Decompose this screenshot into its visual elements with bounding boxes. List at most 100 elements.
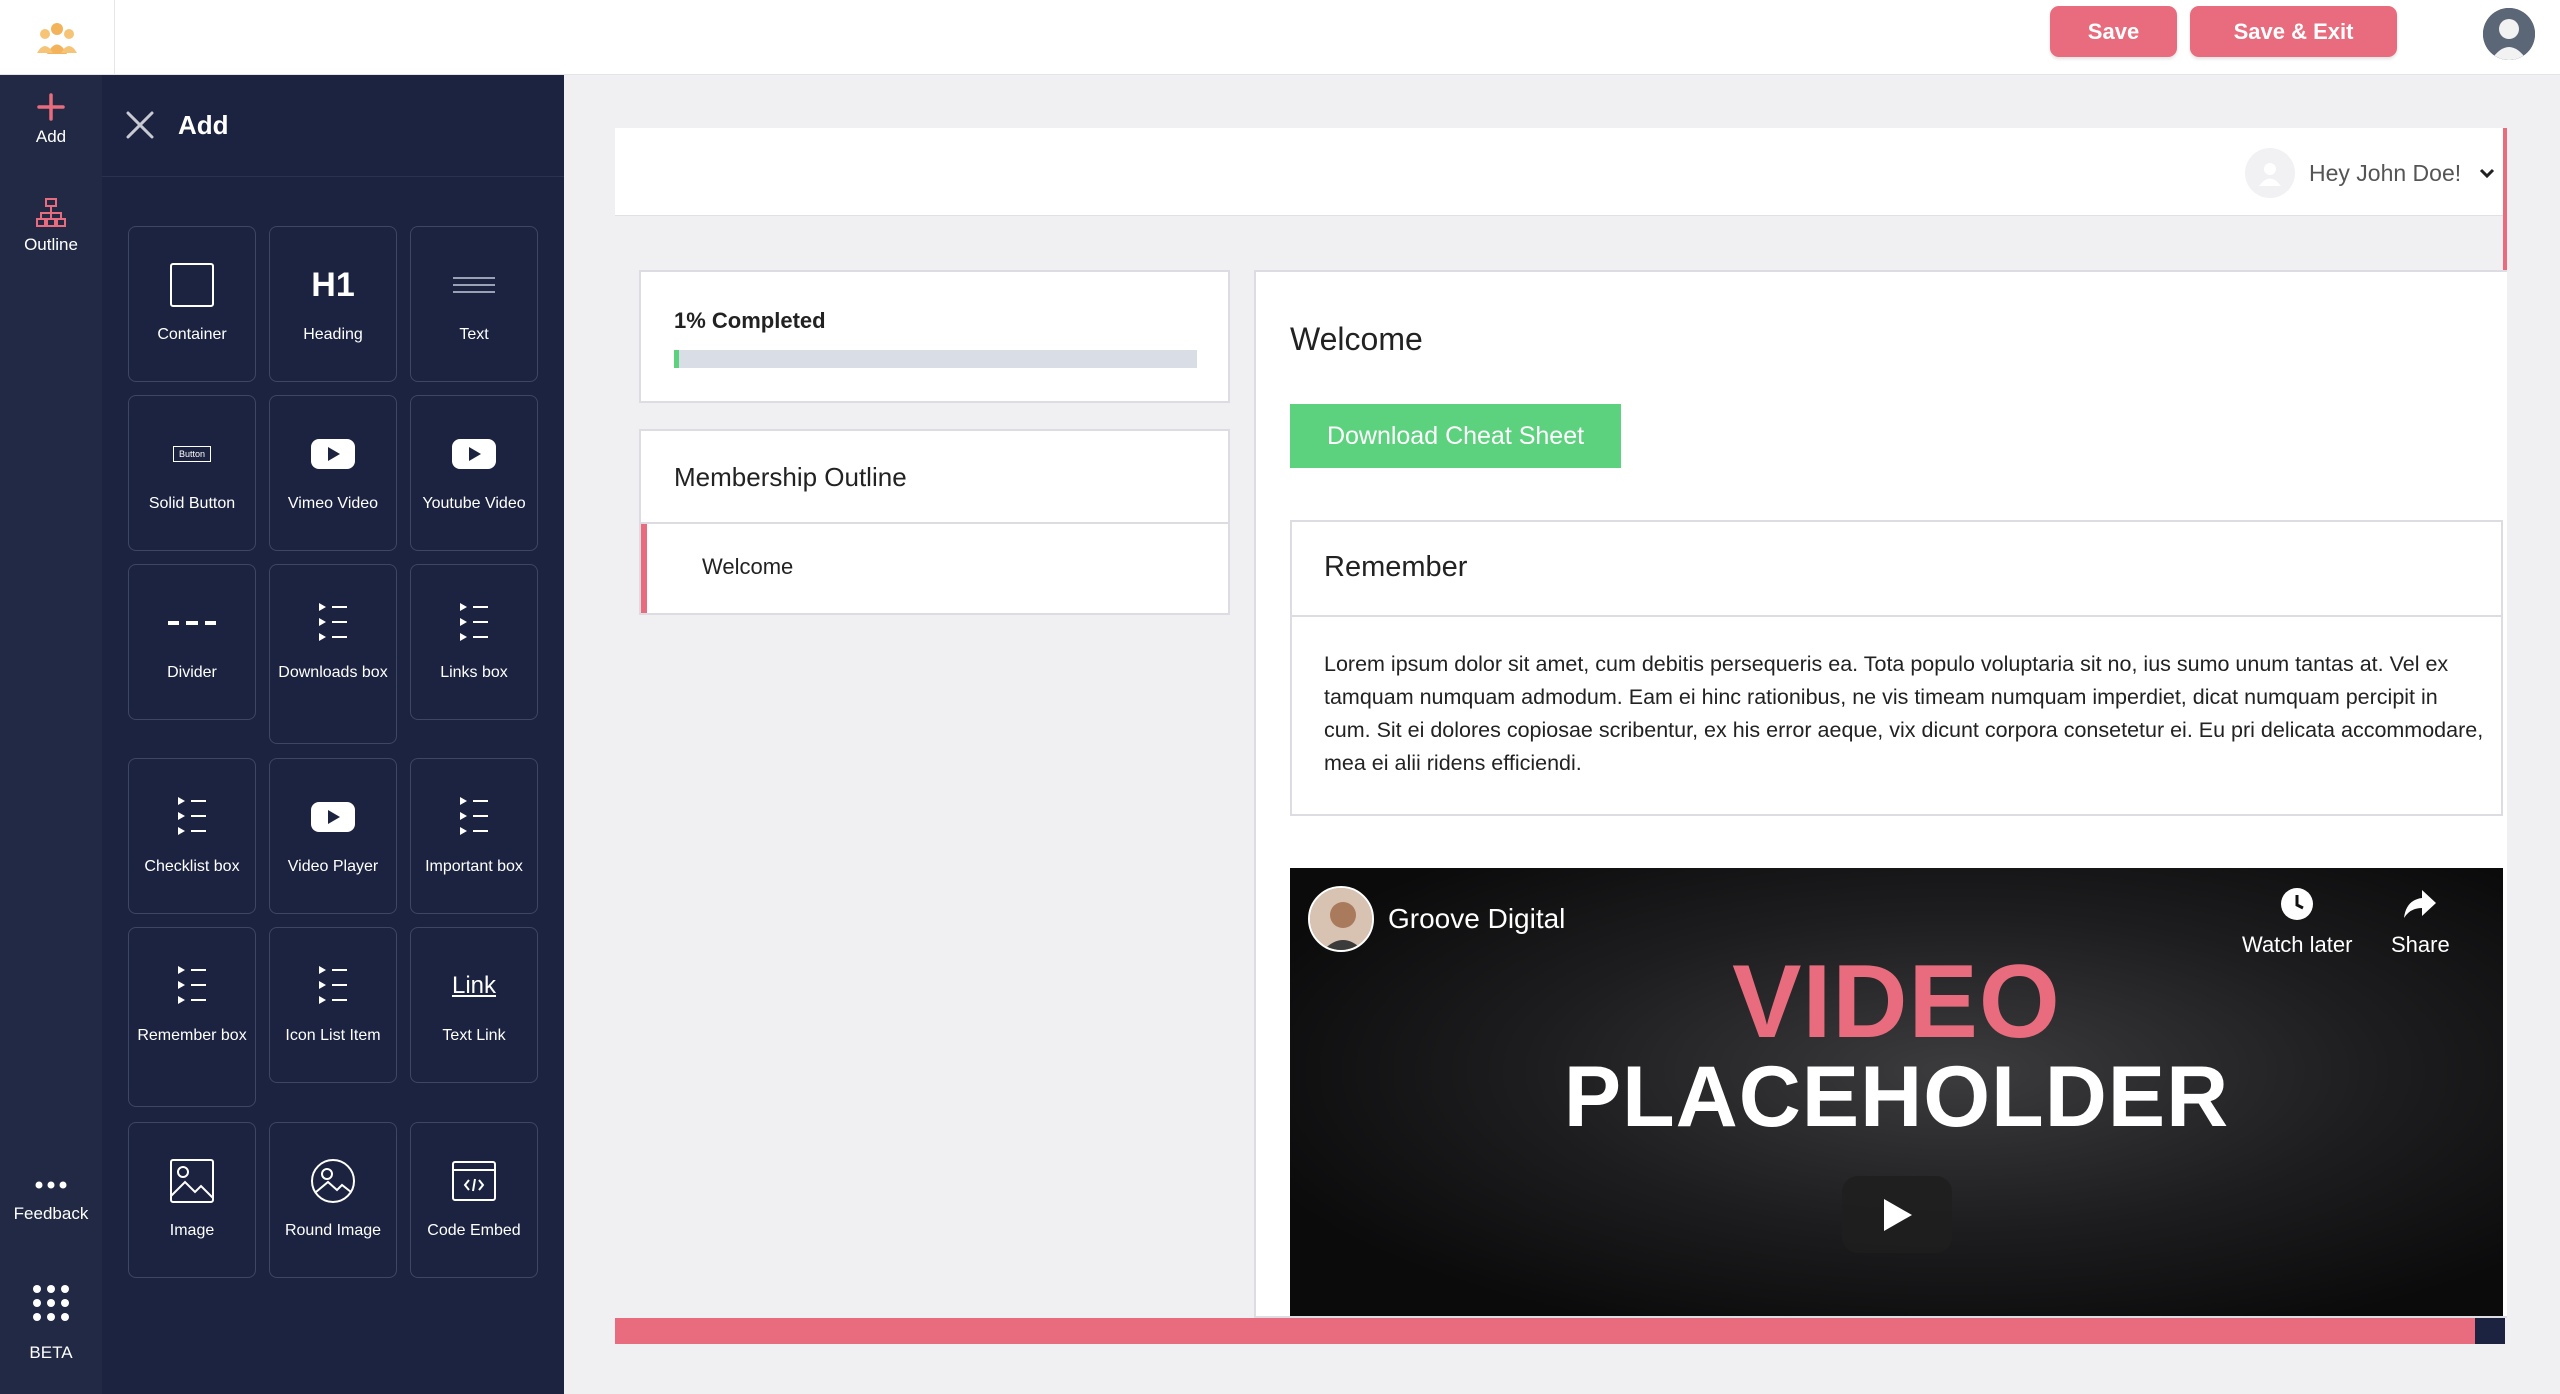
outline-item-label: Welcome [702, 554, 794, 579]
tile-label: Youtube Video [422, 495, 526, 512]
tile-icon-list-item[interactable]: Icon List Item [269, 927, 397, 1083]
rail-add-label: Add [35, 127, 67, 146]
tile-vimeo-video[interactable]: Vimeo Video [269, 395, 397, 551]
clock-icon [2281, 888, 2314, 920]
video-player[interactable]: Groove Digital Watch later Share VIDEO P… [1290, 868, 2503, 1316]
tile-downloads-box[interactable]: Downloads box [269, 564, 397, 744]
user-avatar-icon[interactable] [2483, 8, 2535, 60]
close-icon[interactable] [122, 107, 158, 143]
tile-label: Divider [167, 664, 217, 681]
rail-beta[interactable]: BETA [0, 1283, 102, 1363]
tile-label: Vimeo Video [287, 495, 379, 512]
list-icon [319, 966, 347, 1004]
list-icon [460, 797, 488, 835]
outline-title: Membership Outline [674, 462, 907, 492]
video-icon [311, 802, 355, 832]
lesson-content: Welcome Download Cheat Sheet Remember Lo… [1254, 270, 2507, 1318]
tile-round-image[interactable]: Round Image [269, 1122, 397, 1278]
button-icon: Button [172, 446, 212, 462]
rail-outline[interactable]: Outline [0, 197, 102, 255]
add-panel-title: Add [178, 110, 229, 140]
plus-icon [37, 93, 65, 121]
code-embed-icon [452, 1161, 496, 1201]
channel-name[interactable]: Groove Digital [1388, 903, 1565, 935]
list-icon [460, 603, 488, 641]
sitemap-icon [36, 198, 66, 227]
tile-code-embed[interactable]: Code Embed [410, 1122, 538, 1278]
share-icon [2404, 890, 2437, 918]
tile-label: Video Player [287, 858, 379, 875]
tile-important-box[interactable]: Important box [410, 758, 538, 914]
tile-solid-button[interactable]: Button Solid Button [128, 395, 256, 551]
progress-fill [674, 350, 680, 368]
tile-text[interactable]: Text [410, 226, 538, 382]
play-icon [1884, 1198, 1912, 1231]
tile-label: Image [169, 1222, 215, 1239]
tile-label: Heading [303, 326, 363, 343]
tile-checklist-box[interactable]: Checklist box [128, 758, 256, 914]
tile-links-box[interactable]: Links box [410, 564, 538, 720]
top-bar: Save Save & Exit [0, 0, 2560, 75]
scrollbar-end [2475, 1318, 2505, 1344]
image-icon [170, 1159, 214, 1203]
tile-label: Icon List Item [285, 1027, 381, 1044]
text-icon [453, 277, 495, 293]
grid-dots-icon [33, 1285, 69, 1321]
outline-card: Membership Outline Welcome [639, 429, 1230, 615]
left-rail: Add Outline Feedback BETA [0, 75, 102, 1394]
content-title: Welcome [1290, 321, 1423, 357]
user-icon [2245, 148, 2295, 198]
video-icon [311, 439, 355, 469]
remember-box: Remember Lorem ipsum dolor sit amet, cum… [1290, 520, 2503, 816]
tile-image[interactable]: Image [128, 1122, 256, 1278]
tile-label: Remember box [137, 1027, 247, 1044]
tile-label: Text [459, 326, 489, 343]
tile-divider[interactable]: Divider [128, 564, 256, 720]
rail-add[interactable]: Add [0, 93, 102, 147]
play-button[interactable] [1842, 1176, 1952, 1253]
tile-container[interactable]: Container [128, 226, 256, 382]
tile-label: Checklist box [144, 858, 240, 875]
tile-heading[interactable]: H1 Heading [269, 226, 397, 382]
rail-beta-label: BETA [29, 1343, 73, 1362]
video-title-line2: PLACEHOLDER [1563, 1049, 2230, 1145]
heading-icon: H1 [311, 265, 355, 304]
horizontal-scrollbar[interactable] [615, 1318, 2475, 1344]
more-dots-icon [35, 1181, 67, 1189]
tile-label: Container [157, 326, 227, 343]
tile-text-link[interactable]: Link Text Link [410, 927, 538, 1083]
rail-feedback-label: Feedback [13, 1204, 89, 1223]
user-menu[interactable]: Hey John Doe! [2245, 148, 2495, 198]
outline-item-welcome[interactable]: Welcome [641, 524, 1228, 613]
tile-label: Downloads box [278, 664, 388, 681]
container-icon [170, 263, 214, 307]
download-cheat-sheet-button[interactable]: Download Cheat Sheet [1290, 404, 1621, 468]
save-exit-button[interactable]: Save & Exit [2190, 6, 2397, 57]
tile-youtube-video[interactable]: Youtube Video [410, 395, 538, 551]
list-icon [178, 797, 206, 835]
tile-remember-box[interactable]: Remember box [128, 927, 256, 1107]
chevron-down-icon [2480, 168, 2495, 179]
progress-bar [674, 350, 1197, 368]
user-greeting: Hey John Doe! [2309, 159, 2462, 186]
progress-card: 1% Completed [639, 270, 1230, 403]
app-logo[interactable] [0, 0, 115, 75]
tile-label: Code Embed [427, 1222, 521, 1239]
video-icon [452, 439, 496, 469]
tile-label: Round Image [284, 1222, 382, 1239]
tile-label: Important box [425, 858, 523, 875]
list-icon [178, 966, 206, 1004]
tile-label: Text Link [442, 1027, 506, 1044]
save-button[interactable]: Save [2050, 6, 2177, 57]
tile-video-player[interactable]: Video Player [269, 758, 397, 914]
page-header [615, 128, 2505, 216]
video-title-line1: VIDEO [1732, 944, 2061, 1060]
add-panel-header: Add [102, 75, 564, 177]
divider-icon [168, 621, 216, 625]
add-panel: Add Container H1 Heading Text Button Sol… [102, 75, 564, 1394]
round-image-icon [311, 1159, 355, 1203]
rail-feedback[interactable]: Feedback [0, 1180, 102, 1224]
tile-label: Solid Button [148, 495, 236, 512]
link-icon: Link [451, 972, 497, 999]
people-logo-icon [37, 22, 77, 54]
